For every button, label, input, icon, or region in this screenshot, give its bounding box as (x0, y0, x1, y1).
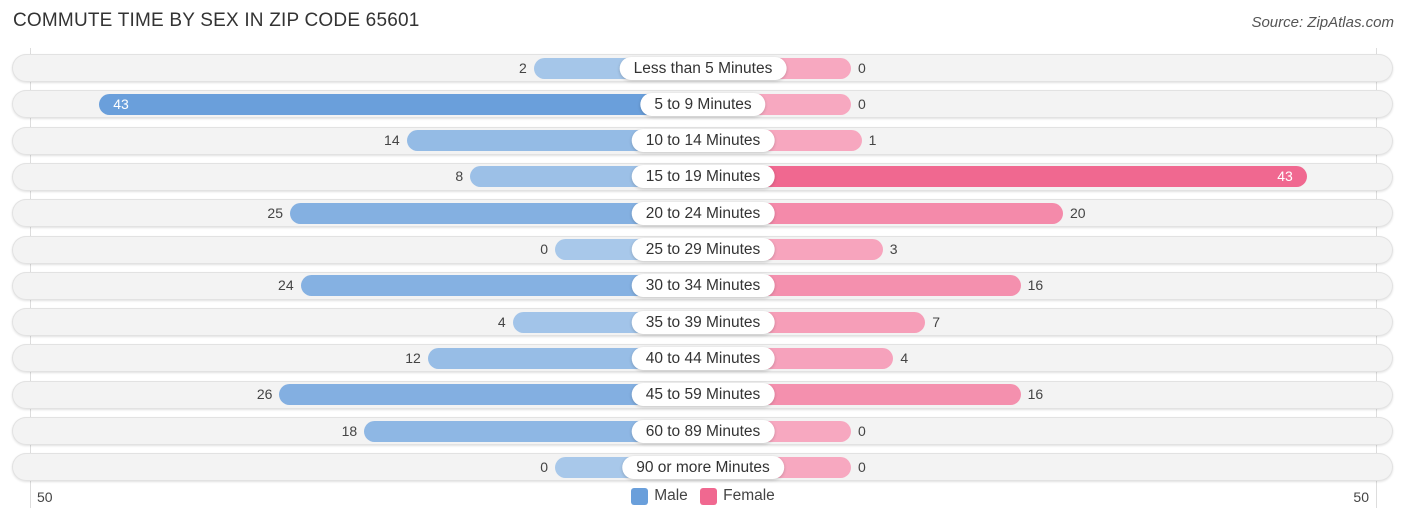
category-label: 10 to 14 Minutes (631, 129, 775, 153)
male-value-label: 8 (455, 168, 464, 185)
source-credit: Source: ZipAtlas.com (1251, 14, 1394, 31)
chart-title: COMMUTE TIME BY SEX IN ZIP CODE 65601 (13, 10, 420, 31)
male-value-label: 2 (519, 59, 527, 76)
category-label: Less than 5 Minutes (619, 56, 787, 80)
category-label: 35 to 39 Minutes (631, 310, 775, 334)
female-value-label: 16 (1027, 277, 1044, 294)
female-value-label: 0 (858, 59, 866, 76)
category-label: 40 to 44 Minutes (631, 346, 775, 370)
category-label: 20 to 24 Minutes (631, 201, 775, 225)
male-value-label: 43 (113, 95, 129, 112)
category-label: 45 to 59 Minutes (631, 383, 775, 407)
female-value-label: 16 (1027, 386, 1044, 403)
male-bar[interactable] (99, 93, 703, 115)
legend-swatch-male (631, 487, 649, 505)
category-label: 15 to 19 Minutes (631, 165, 775, 189)
female-bar[interactable] (703, 166, 1307, 188)
male-value-label: 18 (341, 422, 358, 439)
male-value-label: 26 (256, 386, 273, 403)
category-label: 30 to 34 Minutes (631, 274, 775, 298)
legend-label-male: Male (654, 487, 688, 504)
legend-swatch-female (700, 487, 718, 505)
male-value-label: 0 (540, 458, 548, 475)
male-value-label: 24 (278, 277, 294, 294)
female-value-label: 7 (932, 313, 940, 330)
female-value-label: 43 (1277, 168, 1293, 185)
legend-item-male[interactable]: Male (631, 487, 688, 505)
female-value-label: 0 (858, 95, 866, 112)
male-value-label: 14 (384, 132, 400, 149)
category-label: 90 or more Minutes (622, 455, 784, 479)
female-value-label: 3 (889, 241, 898, 257)
female-value-label: 4 (900, 349, 909, 366)
legend-label-female: Female (723, 487, 775, 504)
category-label: 60 to 89 Minutes (631, 419, 775, 443)
male-value-label: 25 (267, 204, 283, 221)
female-value-label: 1 (868, 132, 877, 149)
male-value-label: 12 (405, 349, 421, 366)
legend-item-female[interactable]: Female (700, 487, 775, 505)
category-label: 5 to 9 Minutes (640, 92, 766, 116)
female-value-label: 0 (858, 458, 866, 475)
female-value-label: 20 (1070, 204, 1086, 221)
category-label: 25 to 29 Minutes (631, 238, 775, 261)
legend: Male Female (0, 487, 1406, 510)
male-value-label: 0 (540, 241, 548, 257)
male-value-label: 4 (497, 313, 506, 330)
female-value-label: 0 (858, 422, 866, 439)
